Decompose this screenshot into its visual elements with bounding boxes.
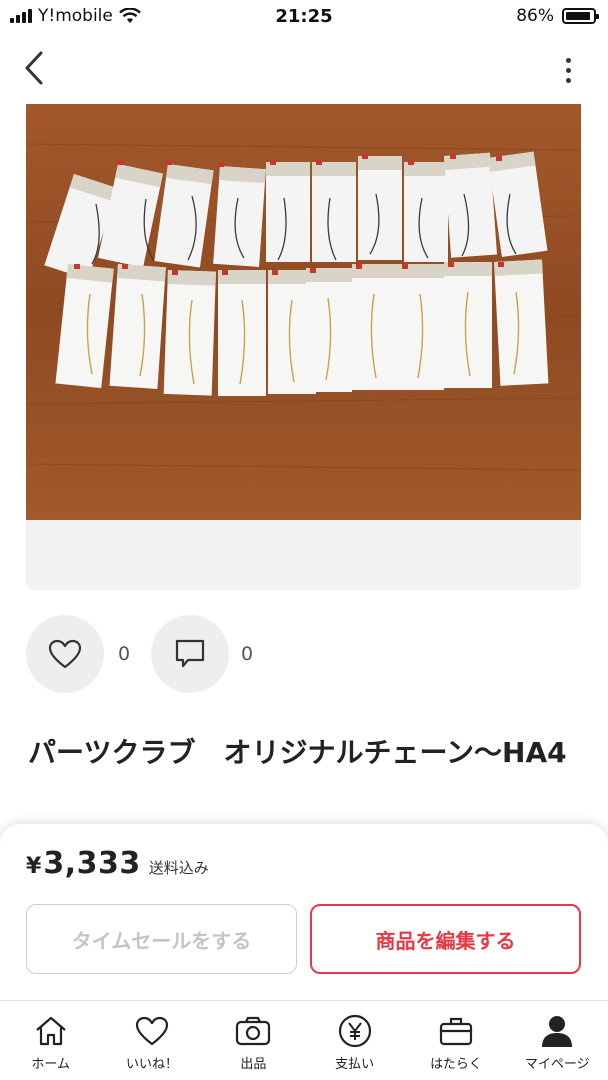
social-actions: 0 0: [26, 615, 426, 693]
comment-count: 0: [241, 643, 254, 665]
purchase-sheet: ¥ 3,333 送料込み タイムセールをする 商品を編集する: [0, 824, 608, 1000]
person-icon: [542, 1016, 573, 1047]
product-photo-area[interactable]: [26, 104, 581, 590]
tab-work[interactable]: はたらく: [405, 1001, 506, 1080]
comment-icon: [175, 639, 205, 668]
back-button[interactable]: [14, 48, 54, 88]
nav-bar: [0, 40, 608, 96]
tab-label: はたらく: [430, 1057, 482, 1072]
edit-item-button[interactable]: 商品を編集する: [310, 904, 581, 974]
home-icon: [35, 1016, 66, 1046]
tab-label: ホーム: [31, 1057, 70, 1072]
like-count: 0: [118, 643, 131, 665]
battery-percent: 86%: [516, 6, 554, 26]
back-icon: [25, 51, 43, 85]
more-vertical-icon: [565, 57, 571, 63]
more-button[interactable]: [552, 52, 584, 88]
tab-mypage[interactable]: マイページ: [507, 1001, 608, 1080]
briefcase-icon: [439, 1017, 473, 1046]
price: 3,333: [43, 846, 141, 881]
tab-label: 支払い: [335, 1057, 375, 1072]
yen-icon: [338, 1014, 371, 1048]
camera-icon: [236, 1016, 271, 1046]
product-photo: [26, 104, 581, 520]
tab-label: いいね！: [125, 1057, 178, 1072]
tab-label: マイページ: [524, 1057, 590, 1072]
tab-payment[interactable]: 支払い: [304, 1001, 405, 1080]
heart-icon: [48, 639, 82, 669]
tab-likes[interactable]: いいね！: [101, 1001, 202, 1080]
shipping-label: 送料込み: [148, 859, 209, 877]
timesale-button[interactable]: タイムセールをする: [26, 904, 297, 974]
tab-label: 出品: [240, 1057, 267, 1072]
heart-icon: [135, 1016, 169, 1046]
tab-bar: ホーム いいね！ 出品 支払い はたらく マイページ: [0, 1000, 608, 1080]
like-button[interactable]: [26, 615, 104, 693]
comment-button[interactable]: [151, 615, 229, 693]
status-right: 86%: [516, 6, 599, 26]
price-row: ¥ 3,333 送料込み: [26, 846, 209, 881]
tab-sell[interactable]: 出品: [203, 1001, 304, 1080]
item-title: パーツクラブ オリジナルチェーン〜HA4: [28, 736, 567, 769]
currency-symbol: ¥: [26, 854, 42, 879]
battery-icon: [562, 8, 599, 24]
tab-home[interactable]: ホーム: [0, 1001, 101, 1080]
status-bar: Y!mobile 21:25 86%: [0, 0, 608, 34]
